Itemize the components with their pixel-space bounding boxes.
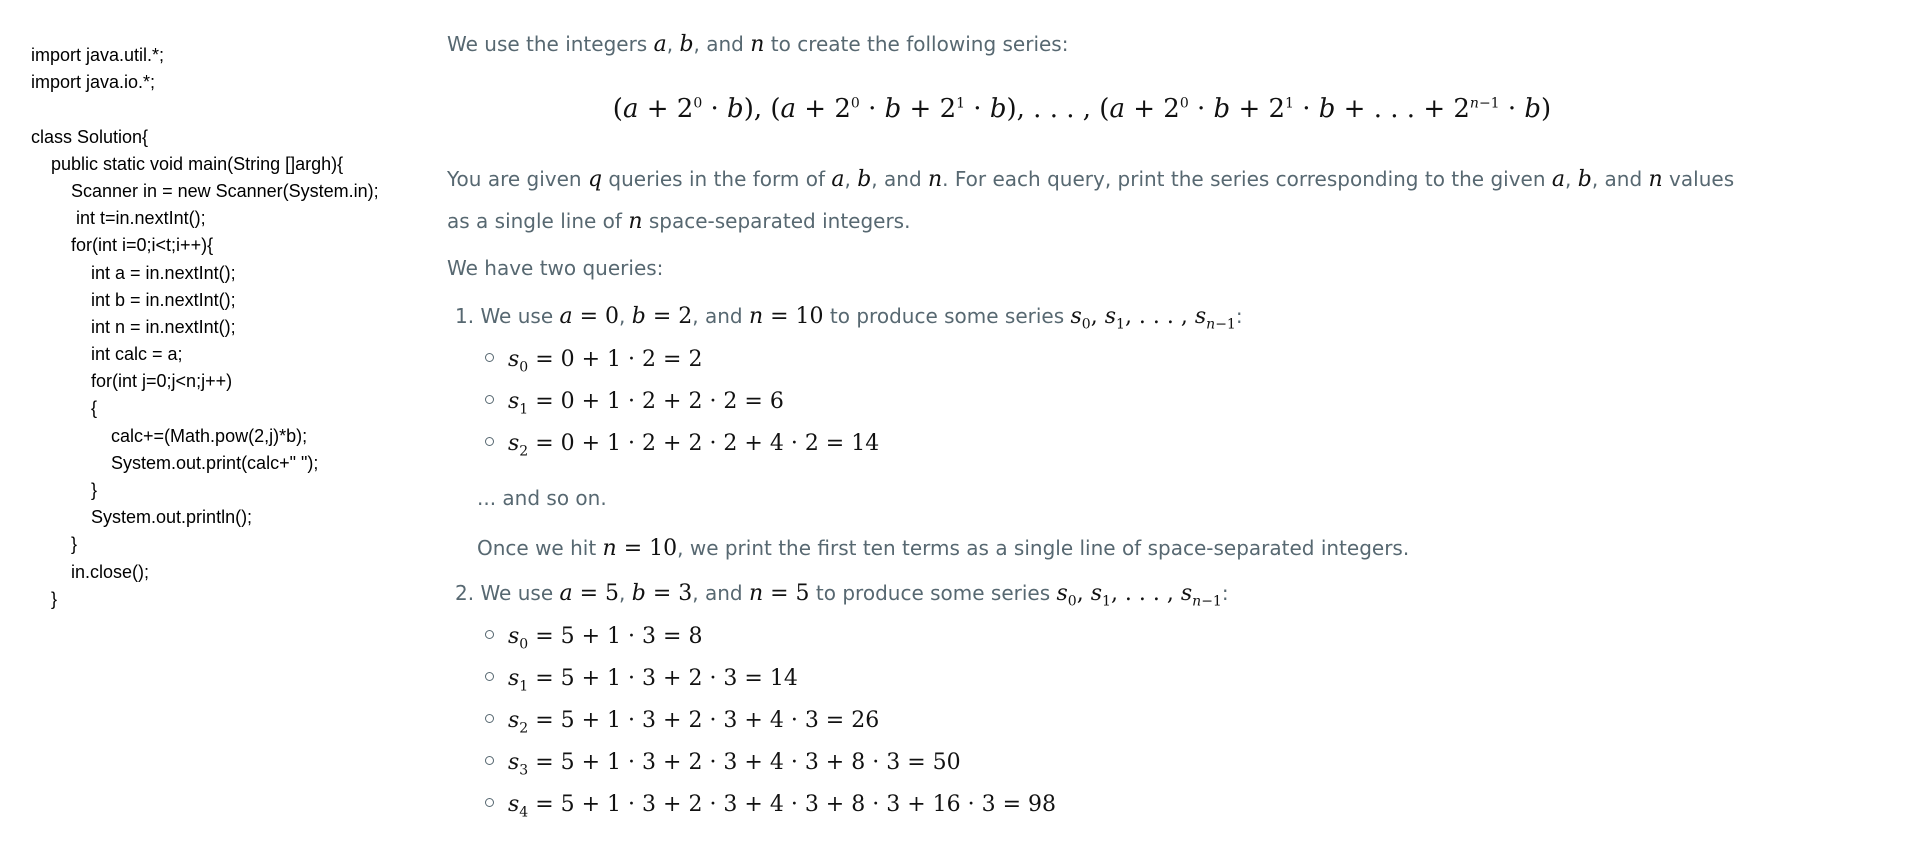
q2-term-2: s2 = 5 + 1 · 3 + 2 · 3 + 4 · 3 = 26 [485, 708, 879, 736]
code-line: int n = in.nextInt(); [31, 316, 236, 337]
q1-term-0: s0 = 0 + 1 · 2 = 2 [485, 347, 702, 375]
code-line: Scanner in = new Scanner(System.in); [31, 180, 379, 201]
q2-term-0: s0 = 5 + 1 · 3 = 8 [485, 624, 702, 652]
code-line: int calc = a; [31, 344, 183, 365]
code-line: } [31, 480, 98, 500]
code-line: public static void main(String []argh){ [31, 153, 344, 174]
code-line: class Solution{ [31, 126, 149, 147]
q1-term-2: s2 = 0 + 1 · 2 + 2 · 2 + 4 · 2 = 14 [485, 431, 879, 459]
code-line: for(int j=0;j<n;j++) [31, 371, 233, 392]
query-1: 1. We use a = 0, b = 2, and n = 10 to pr… [455, 304, 1243, 333]
once-line: Once we hit n = 10, we print the first t… [477, 536, 1410, 561]
code-line: import java.util.*; [31, 45, 165, 65]
q2-term-1: s1 = 5 + 1 · 3 + 2 · 3 = 14 [485, 666, 798, 694]
code-line: calc+=(Math.pow(2,j)*b); [31, 425, 308, 446]
code-line: for(int i=0;i<t;i++){ [31, 235, 214, 256]
code-line: int a = in.nextInt(); [31, 262, 236, 283]
q1-term-1: s1 = 0 + 1 · 2 + 2 · 2 = 6 [485, 389, 784, 417]
q2-term-4: s4 = 5 + 1 · 3 + 2 · 3 + 4 · 3 + 8 · 3 +… [485, 792, 1056, 820]
query-2: 2. We use a = 5, b = 3, and n = 5 to pro… [455, 581, 1229, 610]
code-line: } [31, 588, 58, 609]
code-line: int b = in.nextInt(); [31, 289, 236, 310]
intro-line: We use the integers a, b, and n to creat… [447, 32, 1069, 57]
code-line: System.out.println(); [31, 507, 253, 528]
q2-term-3: s3 = 5 + 1 · 3 + 2 · 3 + 4 · 3 + 8 · 3 =… [485, 750, 961, 778]
given-line-2: as a single line of n space-separated in… [447, 209, 911, 234]
code-listing: import java.util.*; import java.io.*; clas… [31, 42, 379, 613]
code-line: System.out.print(calc+" "); [31, 452, 319, 473]
code-line: int t=in.nextInt(); [31, 208, 206, 229]
series-formula: (a + 20 · b), (a + 20 · b + 21 · b), . .… [612, 94, 1552, 124]
code-line: } [31, 534, 78, 555]
code-line: { [31, 398, 98, 419]
given-line: You are given q queries in the form of a… [447, 167, 1735, 192]
code-line: in.close(); [31, 561, 150, 582]
code-line: import java.io.*; [31, 72, 156, 93]
two-queries-line: We have two queries: [447, 256, 664, 280]
and-so-on: ... and so on. [477, 486, 607, 510]
